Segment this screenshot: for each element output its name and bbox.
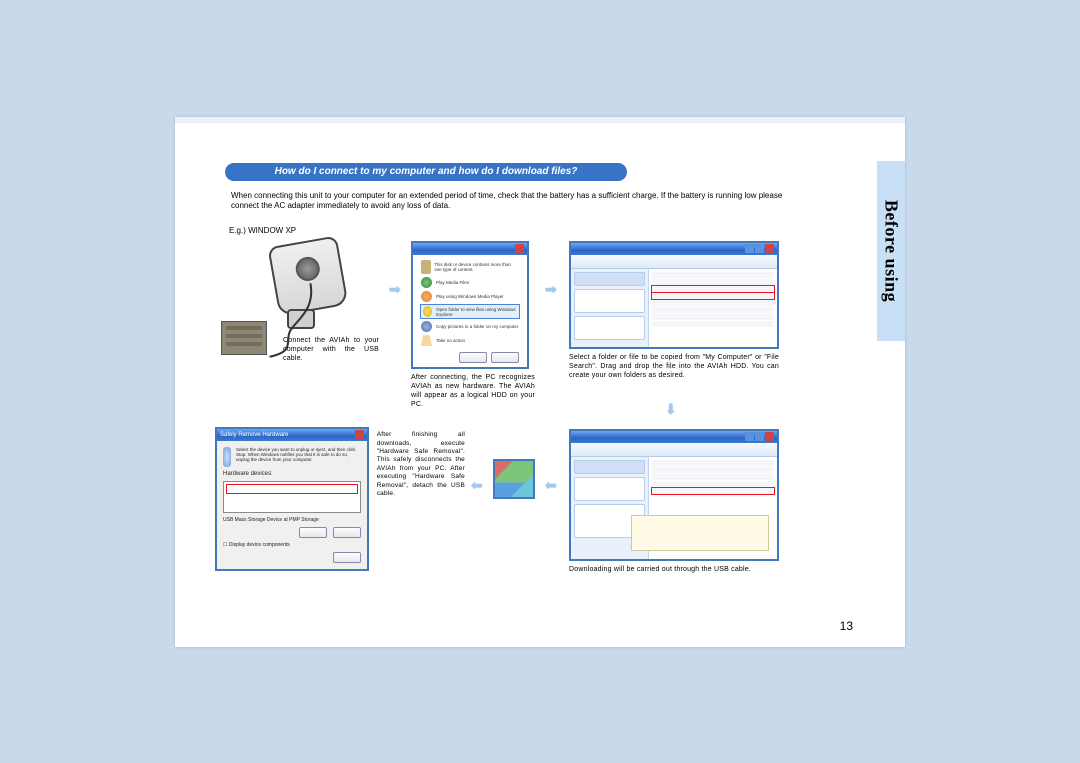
- drop-target-pane: [631, 515, 769, 551]
- step-4-caption: Downloading will be carried out through …: [569, 565, 779, 574]
- titlebar: [571, 243, 777, 255]
- ok-button[interactable]: [459, 352, 487, 363]
- device-detail: USB Mass Storage Device at PMP Storage: [223, 517, 361, 523]
- device-illustration: [225, 241, 375, 356]
- page-title: How do I connect to my computer and how …: [275, 166, 578, 177]
- cancel-button[interactable]: [491, 352, 519, 363]
- dialog-title: Safely Remove Hardware: [220, 429, 288, 441]
- device-list-item[interactable]: [226, 484, 358, 494]
- page-number: 13: [840, 619, 853, 633]
- properties-button[interactable]: [299, 527, 327, 538]
- step-3-caption: Select a folder or file to be copied fro…: [569, 353, 779, 380]
- section-tab-label: Before using: [881, 199, 902, 301]
- disk-icon: [223, 447, 231, 467]
- close-button[interactable]: [333, 552, 361, 563]
- step-5: Safely Remove Hardware Select the device…: [215, 427, 465, 571]
- example-label: E.g.) WINDOW XP: [229, 226, 871, 235]
- manual-page: Before using How do I connect to my comp…: [175, 117, 905, 647]
- explorer-sidebar: [571, 269, 649, 347]
- arrow-left-icon: ⬅: [545, 477, 557, 494]
- explorer-file-list: [649, 269, 777, 347]
- autoplay-prompt: This disk or device contains more than o…: [434, 262, 519, 272]
- step-2-caption: After connecting, the PC recognizes AVIA…: [411, 373, 535, 409]
- hardware-devices-label: Hardware devices:: [223, 471, 361, 477]
- step-1: Connect the AVIAh to your computer with …: [225, 241, 385, 363]
- autoplay-dialog-mock: This disk or device contains more than o…: [411, 241, 529, 369]
- arrow-down-icon: ⬇: [665, 401, 677, 418]
- usb-cable: [239, 275, 341, 367]
- step-2: This disk or device contains more than o…: [411, 241, 551, 409]
- step-3: Select a folder or file to be copied fro…: [569, 241, 789, 380]
- toolbar: [571, 443, 777, 457]
- titlebar: [413, 243, 527, 255]
- heading-row: How do I connect to my computer and how …: [225, 163, 871, 181]
- titlebar: [571, 431, 777, 443]
- heading-pill: How do I connect to my computer and how …: [225, 163, 627, 181]
- media-icons-cluster: [493, 459, 535, 499]
- safely-remove-dialog-mock: Safely Remove Hardware Select the device…: [215, 427, 369, 571]
- step-5-caption: After finishing all downloads, execute "…: [377, 431, 465, 571]
- explorer-window-mock: [569, 241, 779, 349]
- stop-button[interactable]: [333, 527, 361, 538]
- copy-window-mock: [569, 429, 779, 561]
- arrow-right-icon: ➡: [545, 281, 557, 298]
- toolbar: [571, 255, 777, 269]
- top-border: [175, 117, 905, 123]
- step-4: Downloading will be carried out through …: [569, 429, 789, 574]
- arrow-left-icon: ⬅: [471, 477, 483, 494]
- device-list: [223, 481, 361, 513]
- flow-diagram: Connect the AVIAh to your computer with …: [225, 241, 871, 601]
- dialog-instruction: Select the device you want to unplug or …: [236, 447, 361, 462]
- titlebar: Safely Remove Hardware: [217, 429, 367, 441]
- display-components-checkbox[interactable]: Display device components: [223, 542, 361, 548]
- section-tab: Before using: [877, 161, 905, 341]
- intro-text: When connecting this unit to your comput…: [231, 191, 791, 213]
- arrow-right-icon: ➡: [389, 281, 401, 298]
